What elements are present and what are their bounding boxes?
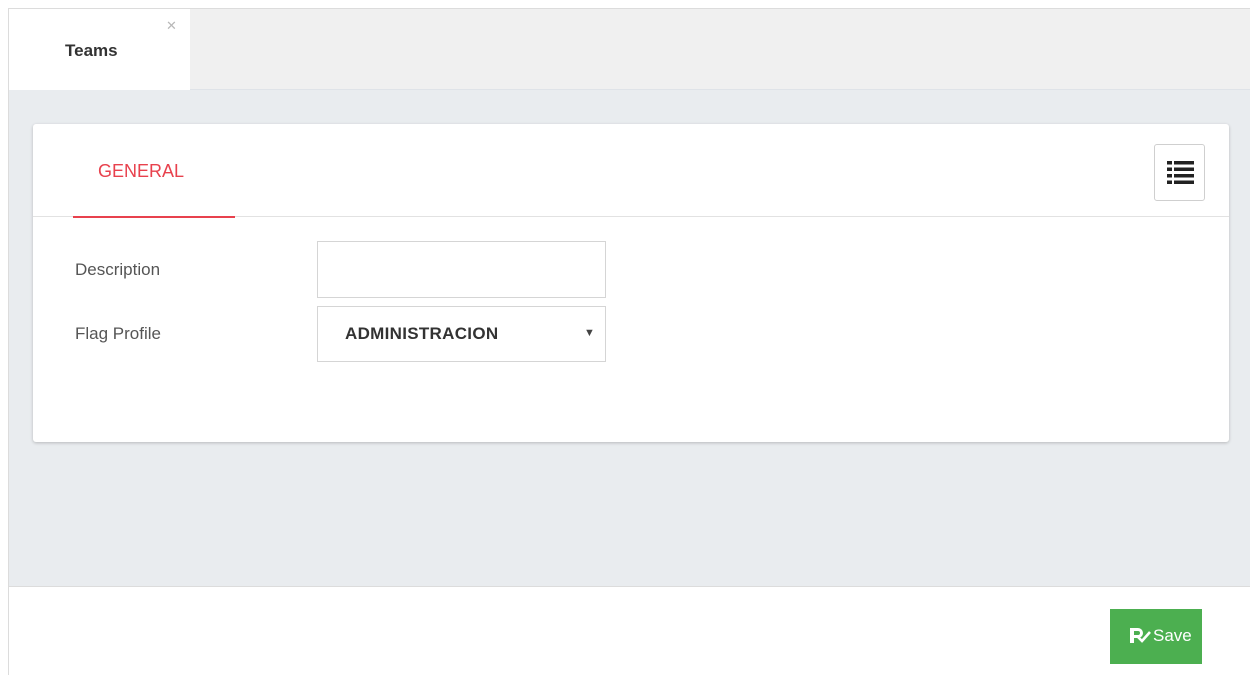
tab-general-label: GENERAL <box>98 161 185 181</box>
flag-profile-value: ADMINISTRACION <box>345 324 499 343</box>
tab-teams[interactable]: Teams ✕ <box>9 9 190 90</box>
footer: Save <box>9 587 1250 676</box>
tab-strip: Teams ✕ <box>9 9 1250 90</box>
save-check-icon <box>1130 628 1151 643</box>
flag-profile-select[interactable]: ADMINISTRACION ▼ <box>317 306 606 362</box>
content-area: GENERAL Description Flag Profile ADMINIS… <box>9 90 1250 587</box>
tab-teams-label: Teams <box>65 41 118 60</box>
list-icon <box>1167 161 1194 184</box>
form-card: GENERAL Description Flag Profile ADMINIS… <box>33 124 1229 442</box>
card-header: GENERAL <box>33 124 1229 218</box>
active-tab-indicator <box>73 216 235 218</box>
app-frame: Teams ✕ GENERAL Description Flag Profile… <box>8 8 1250 676</box>
chevron-down-icon: ▼ <box>584 327 595 339</box>
menu-button[interactable] <box>1154 144 1205 201</box>
description-input[interactable] <box>317 241 606 298</box>
save-button[interactable]: Save <box>1110 609 1202 664</box>
flag-profile-label: Flag Profile <box>75 324 161 343</box>
close-icon[interactable]: ✕ <box>166 19 177 32</box>
tab-general[interactable]: GENERAL <box>73 124 235 218</box>
save-button-label: Save <box>1153 626 1192 645</box>
description-label: Description <box>75 260 161 279</box>
